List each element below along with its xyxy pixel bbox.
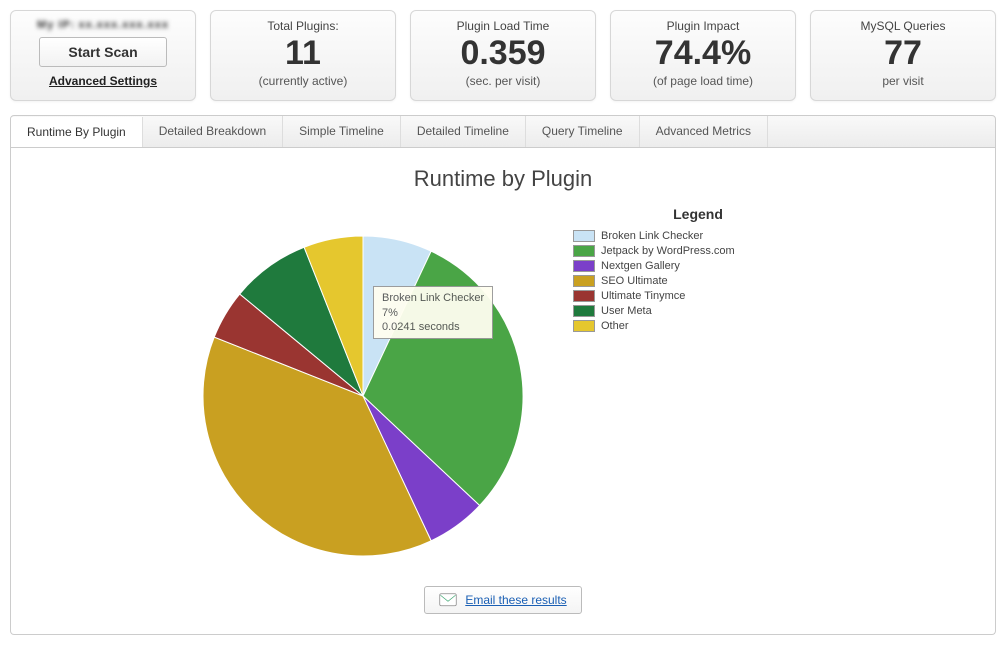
legend-swatch (573, 245, 595, 257)
stats-row: My IP: xx.xxx.xxx.xxx Start Scan Advance… (10, 10, 996, 101)
legend-label: Jetpack by WordPress.com (601, 245, 735, 257)
load-time-value: 0.359 (421, 35, 585, 72)
ip-value: xx.xxx.xxx.xxx (79, 19, 169, 31)
queries-label: MySQL Queries (821, 19, 985, 33)
legend-item[interactable]: Nextgen Gallery (573, 260, 823, 272)
total-plugins-card: Total Plugins: 11 (currently active) (210, 10, 396, 101)
legend-swatch (573, 275, 595, 287)
load-time-card: Plugin Load Time 0.359 (sec. per visit) (410, 10, 596, 101)
legend-item[interactable]: Other (573, 320, 823, 332)
tab-simple-timeline[interactable]: Simple Timeline (283, 116, 401, 147)
legend-label: Other (601, 320, 629, 332)
mail-icon (439, 593, 457, 607)
total-plugins-sub: (currently active) (221, 74, 385, 88)
tooltip-pct: 7% (382, 306, 484, 320)
queries-value: 77 (821, 35, 985, 72)
load-time-label: Plugin Load Time (421, 19, 585, 33)
legend-swatch (573, 260, 595, 272)
impact-sub: (of page load time) (621, 74, 785, 88)
email-results-link[interactable]: Email these results (465, 593, 566, 607)
legend-item[interactable]: Jetpack by WordPress.com (573, 245, 823, 257)
tab-detailed-timeline[interactable]: Detailed Timeline (401, 116, 526, 147)
chart-legend: Legend Broken Link Checker Jetpack by Wor… (573, 206, 823, 335)
ip-label-row: My IP: xx.xxx.xxx.xxx (21, 19, 185, 31)
email-results-button[interactable]: Email these results (424, 586, 581, 614)
tab-panel: Runtime by Plugin Broken Link Checker 7%… (10, 148, 996, 635)
pie-chart: Broken Link Checker 7% 0.0241 seconds (183, 206, 543, 566)
legend-item[interactable]: User Meta (573, 305, 823, 317)
tooltip-sec: 0.0241 seconds (382, 320, 484, 334)
impact-card: Plugin Impact 74.4% (of page load time) (610, 10, 796, 101)
total-plugins-label: Total Plugins: (221, 19, 385, 33)
ip-label: My IP: (37, 19, 75, 31)
load-time-sub: (sec. per visit) (421, 74, 585, 88)
queries-sub: per visit (821, 74, 985, 88)
legend-label: Nextgen Gallery (601, 260, 680, 272)
tab-query-timeline[interactable]: Query Timeline (526, 116, 640, 147)
legend-swatch (573, 305, 595, 317)
legend-label: SEO Ultimate (601, 275, 668, 287)
tab-runtime-by-plugin[interactable]: Runtime By Plugin (11, 117, 143, 148)
impact-value: 74.4% (621, 35, 785, 72)
tab-advanced-metrics[interactable]: Advanced Metrics (640, 116, 768, 147)
chart-tooltip: Broken Link Checker 7% 0.0241 seconds (373, 286, 493, 339)
impact-label: Plugin Impact (621, 19, 785, 33)
start-scan-button[interactable]: Start Scan (39, 37, 166, 67)
chart-title: Runtime by Plugin (31, 166, 975, 192)
legend-swatch (573, 290, 595, 302)
legend-label: Ultimate Tinymce (601, 290, 685, 302)
tooltip-name: Broken Link Checker (382, 291, 484, 305)
legend-swatch (573, 230, 595, 242)
legend-item[interactable]: Ultimate Tinymce (573, 290, 823, 302)
tab-bar: Runtime By PluginDetailed BreakdownSimpl… (10, 115, 996, 148)
total-plugins-value: 11 (221, 35, 385, 72)
legend-item[interactable]: Broken Link Checker (573, 230, 823, 242)
legend-swatch (573, 320, 595, 332)
legend-item[interactable]: SEO Ultimate (573, 275, 823, 287)
queries-card: MySQL Queries 77 per visit (810, 10, 996, 101)
legend-title: Legend (573, 206, 823, 222)
tab-detailed-breakdown[interactable]: Detailed Breakdown (143, 116, 283, 147)
legend-label: Broken Link Checker (601, 230, 703, 242)
scan-card: My IP: xx.xxx.xxx.xxx Start Scan Advance… (10, 10, 196, 101)
advanced-settings-link[interactable]: Advanced Settings (49, 74, 157, 88)
legend-label: User Meta (601, 305, 652, 317)
